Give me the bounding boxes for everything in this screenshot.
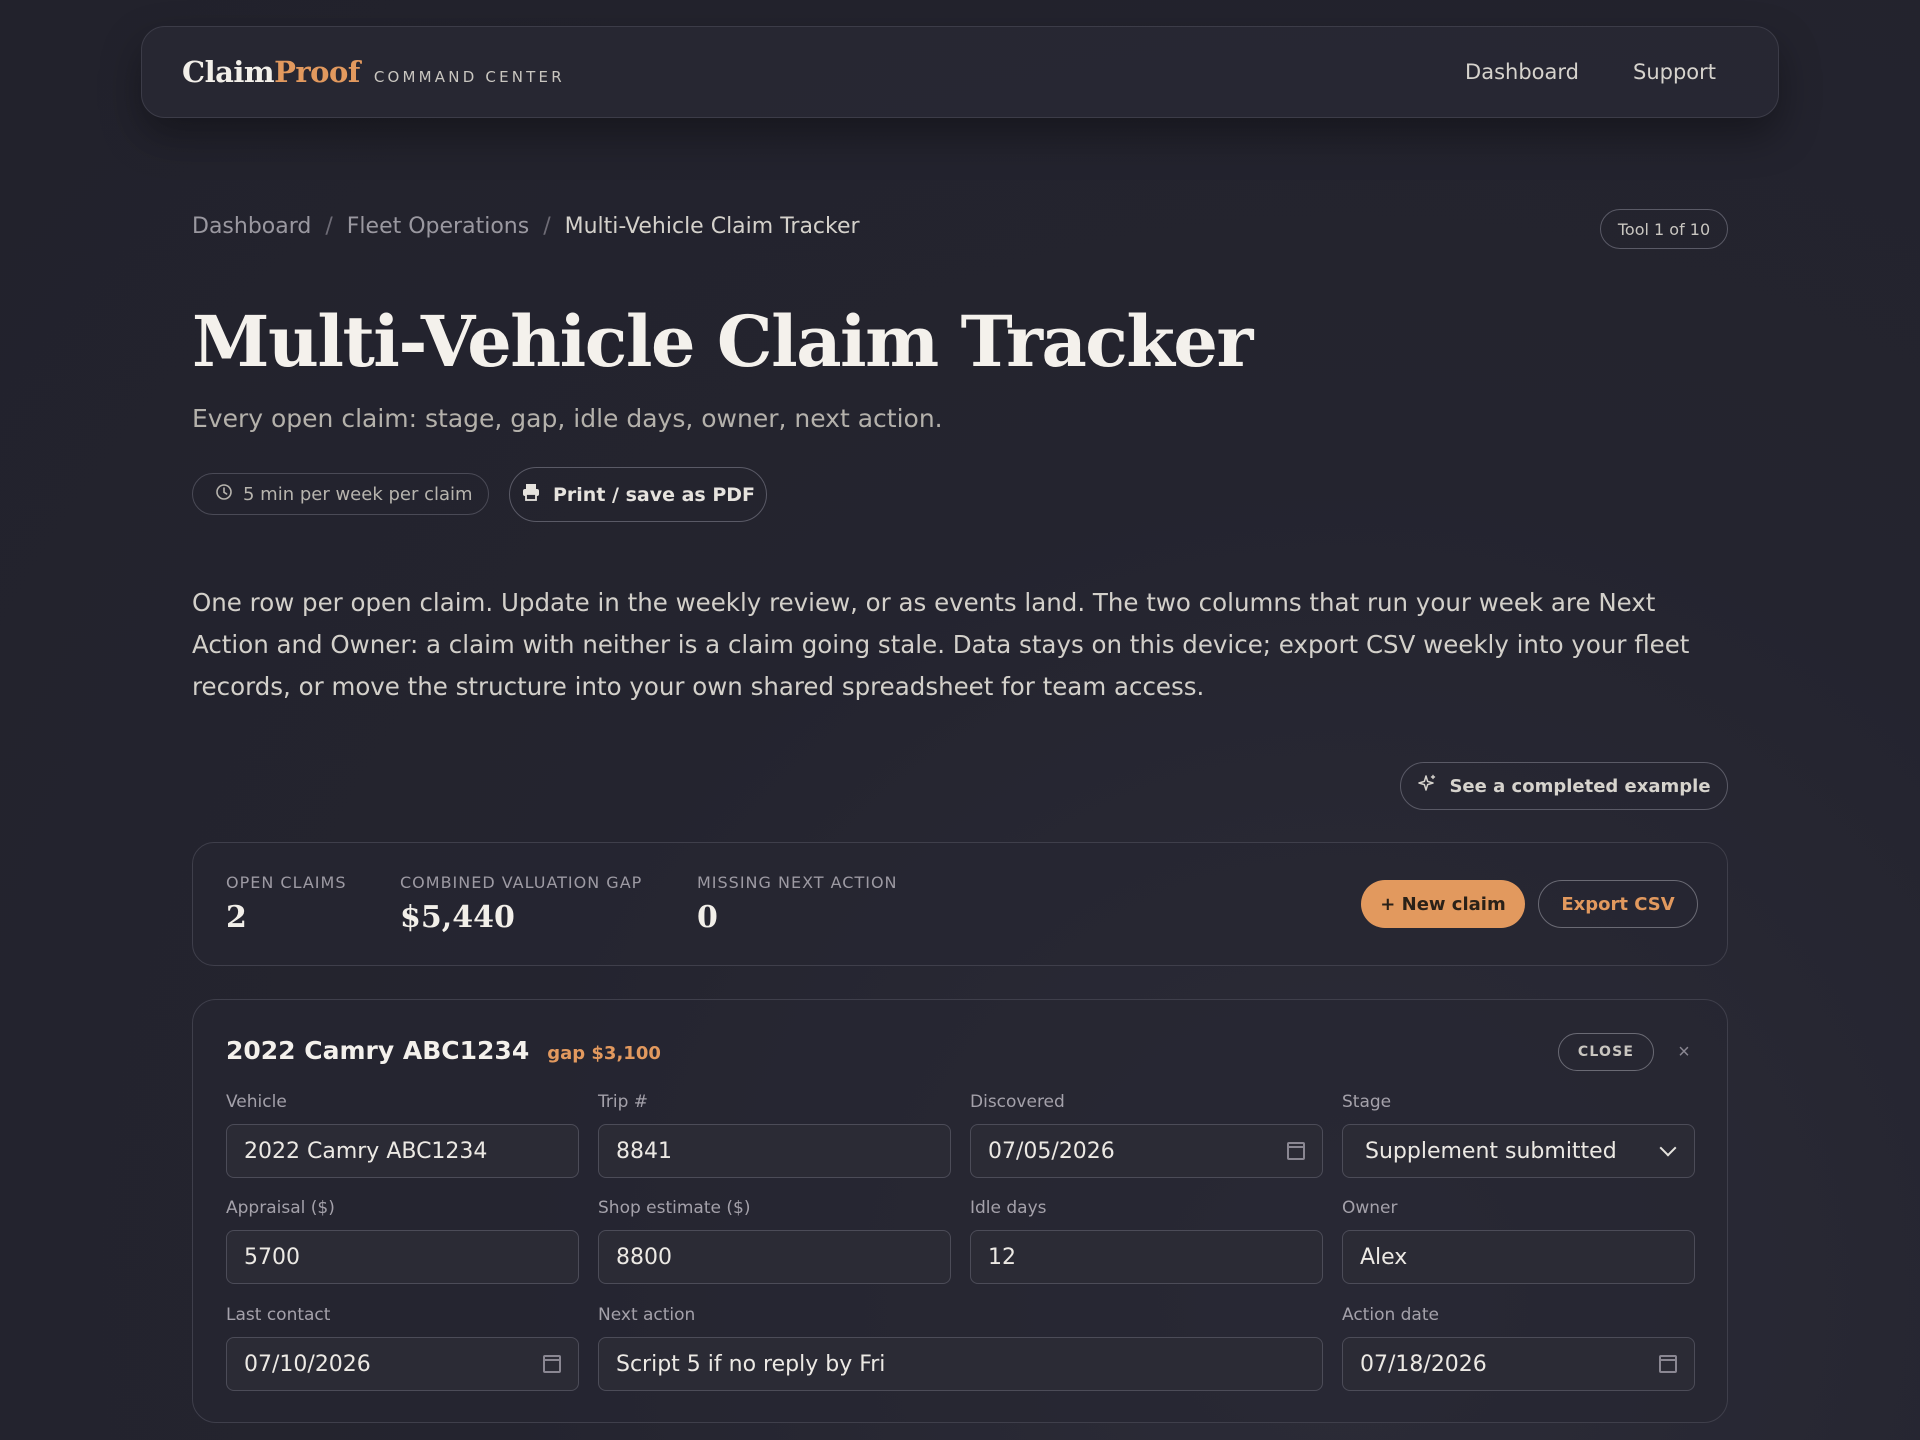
next-action-field-group: Next action Script 5 if no reply by Fri — [598, 1305, 1323, 1391]
calendar-icon[interactable] — [1659, 1355, 1677, 1373]
page-subtitle: Every open claim: stage, gap, idle days,… — [192, 404, 943, 433]
breadcrumb-dashboard[interactable]: Dashboard — [192, 214, 311, 239]
breadcrumb-fleet-operations[interactable]: Fleet Operations — [347, 214, 529, 239]
next-action-label: Next action — [598, 1305, 696, 1325]
nav-dashboard-link[interactable]: Dashboard — [1465, 60, 1579, 84]
stat-missing-action-value: 0 — [697, 900, 718, 935]
vehicle-input[interactable]: 2022 Camry ABC1234 — [226, 1124, 579, 1178]
stage-field-group: Stage Supplement submitted — [1342, 1092, 1695, 1178]
owner-input[interactable]: Alex — [1342, 1230, 1695, 1284]
summary-panel: OPEN CLAIMS 2 COMBINED VALUATION GAP $5,… — [192, 842, 1728, 966]
chevron-down-icon — [1659, 1139, 1677, 1157]
trip-input[interactable]: 8841 — [598, 1124, 951, 1178]
shop-estimate-field-group: Shop estimate ($) 8800 — [598, 1198, 951, 1284]
last-contact-date-value: 07/10/2026 — [244, 1351, 371, 1377]
trip-label: Trip # — [598, 1092, 649, 1112]
appraisal-field-group: Appraisal ($) 5700 — [226, 1198, 579, 1284]
stat-missing-action: MISSING NEXT ACTION 0 — [697, 873, 898, 935]
appraisal-input[interactable]: 5700 — [226, 1230, 579, 1284]
printer-icon — [521, 482, 541, 507]
calendar-icon[interactable] — [1287, 1142, 1305, 1160]
brand-name-claim: Claim — [182, 55, 275, 89]
stat-open-claims-value: 2 — [226, 900, 247, 935]
owner-label: Owner — [1342, 1198, 1398, 1218]
page-title: Multi-Vehicle Claim Tracker — [192, 300, 1253, 383]
idle-days-field-group: Idle days 12 — [970, 1198, 1323, 1284]
stat-missing-action-label: MISSING NEXT ACTION — [697, 873, 898, 892]
vehicle-label: Vehicle — [226, 1092, 287, 1112]
claim-header: 2022 Camry ABC1234 gap $3,100 — [226, 1036, 661, 1065]
top-nav-links: Dashboard Support — [1465, 60, 1716, 84]
breadcrumb-separator: / — [325, 214, 333, 239]
export-csv-button[interactable]: Export CSV — [1538, 880, 1698, 928]
appraisal-label: Appraisal ($) — [226, 1198, 335, 1218]
shop-estimate-label: Shop estimate ($) — [598, 1198, 751, 1218]
next-action-input[interactable]: Script 5 if no reply by Fri — [598, 1337, 1323, 1391]
time-estimate-text: 5 min per week per claim — [243, 483, 473, 505]
stat-valuation-gap-value: $5,440 — [400, 900, 515, 935]
shop-estimate-input[interactable]: 8800 — [598, 1230, 951, 1284]
last-contact-label: Last contact — [226, 1305, 331, 1325]
stat-open-claims-label: OPEN CLAIMS — [226, 873, 347, 892]
stat-open-claims: OPEN CLAIMS 2 — [226, 873, 346, 935]
stage-label: Stage — [1342, 1092, 1392, 1112]
new-claim-button[interactable]: + New claim — [1361, 880, 1525, 928]
discovered-label: Discovered — [970, 1092, 1065, 1112]
sparkle-icon — [1417, 774, 1437, 799]
top-navbar: Claim Proof COMMAND CENTER Dashboard Supp… — [141, 26, 1779, 118]
action-date-label: Action date — [1342, 1305, 1439, 1325]
breadcrumb: Dashboard / Fleet Operations / Multi-Veh… — [192, 214, 860, 239]
time-estimate-pill: 5 min per week per claim — [192, 473, 489, 515]
owner-field-group: Owner Alex — [1342, 1198, 1695, 1284]
last-contact-field-group: Last contact 07/10/2026 — [226, 1305, 579, 1391]
trip-field-group: Trip # 8841 — [598, 1092, 951, 1178]
breadcrumb-separator: / — [543, 214, 551, 239]
see-example-label: See a completed example — [1449, 775, 1711, 797]
action-date-input[interactable]: 07/18/2026 — [1342, 1337, 1695, 1391]
see-example-button[interactable]: See a completed example — [1400, 762, 1728, 810]
nav-support-link[interactable]: Support — [1633, 60, 1716, 84]
close-claim-button[interactable]: CLOSE — [1558, 1033, 1654, 1071]
claim-title: 2022 Camry ABC1234 — [226, 1036, 530, 1065]
discovered-date-input[interactable]: 07/05/2026 — [970, 1124, 1323, 1178]
intro-paragraph: One row per open claim. Update in the we… — [192, 588, 1690, 701]
idle-days-label: Idle days — [970, 1198, 1047, 1218]
vehicle-field-group: Vehicle 2022 Camry ABC1234 — [226, 1092, 579, 1178]
stage-selected-value: Supplement submitted — [1365, 1138, 1617, 1164]
print-pdf-button[interactable]: Print / save as PDF — [509, 467, 767, 522]
claim-gap-badge: gap $3,100 — [547, 1043, 661, 1064]
breadcrumb-current: Multi-Vehicle Claim Tracker — [564, 214, 860, 239]
calendar-icon[interactable] — [543, 1355, 561, 1373]
tool-count-badge: Tool 1 of 10 — [1600, 209, 1728, 249]
action-date-field-group: Action date 07/18/2026 — [1342, 1305, 1695, 1391]
print-pdf-label: Print / save as PDF — [552, 483, 756, 506]
brand-logo[interactable]: Claim Proof COMMAND CENTER — [182, 55, 565, 89]
discovered-date-value: 07/05/2026 — [988, 1138, 1115, 1164]
stat-valuation-gap-label: COMBINED VALUATION GAP — [400, 873, 643, 892]
brand-subtitle: COMMAND CENTER — [373, 68, 565, 86]
clock-icon — [215, 483, 233, 506]
remove-claim-icon[interactable]: × — [1671, 1038, 1697, 1066]
action-date-value: 07/18/2026 — [1360, 1351, 1487, 1377]
stage-select[interactable]: Supplement submitted — [1342, 1124, 1695, 1178]
idle-days-input[interactable]: 12 — [970, 1230, 1323, 1284]
last-contact-date-input[interactable]: 07/10/2026 — [226, 1337, 579, 1391]
discovered-field-group: Discovered 07/05/2026 — [970, 1092, 1323, 1178]
brand-name-proof: Proof — [274, 55, 360, 89]
stat-valuation-gap: COMBINED VALUATION GAP $5,440 — [400, 873, 642, 935]
claim-card: 2022 Camry ABC1234 gap $3,100 CLOSE × Ve… — [192, 999, 1728, 1423]
